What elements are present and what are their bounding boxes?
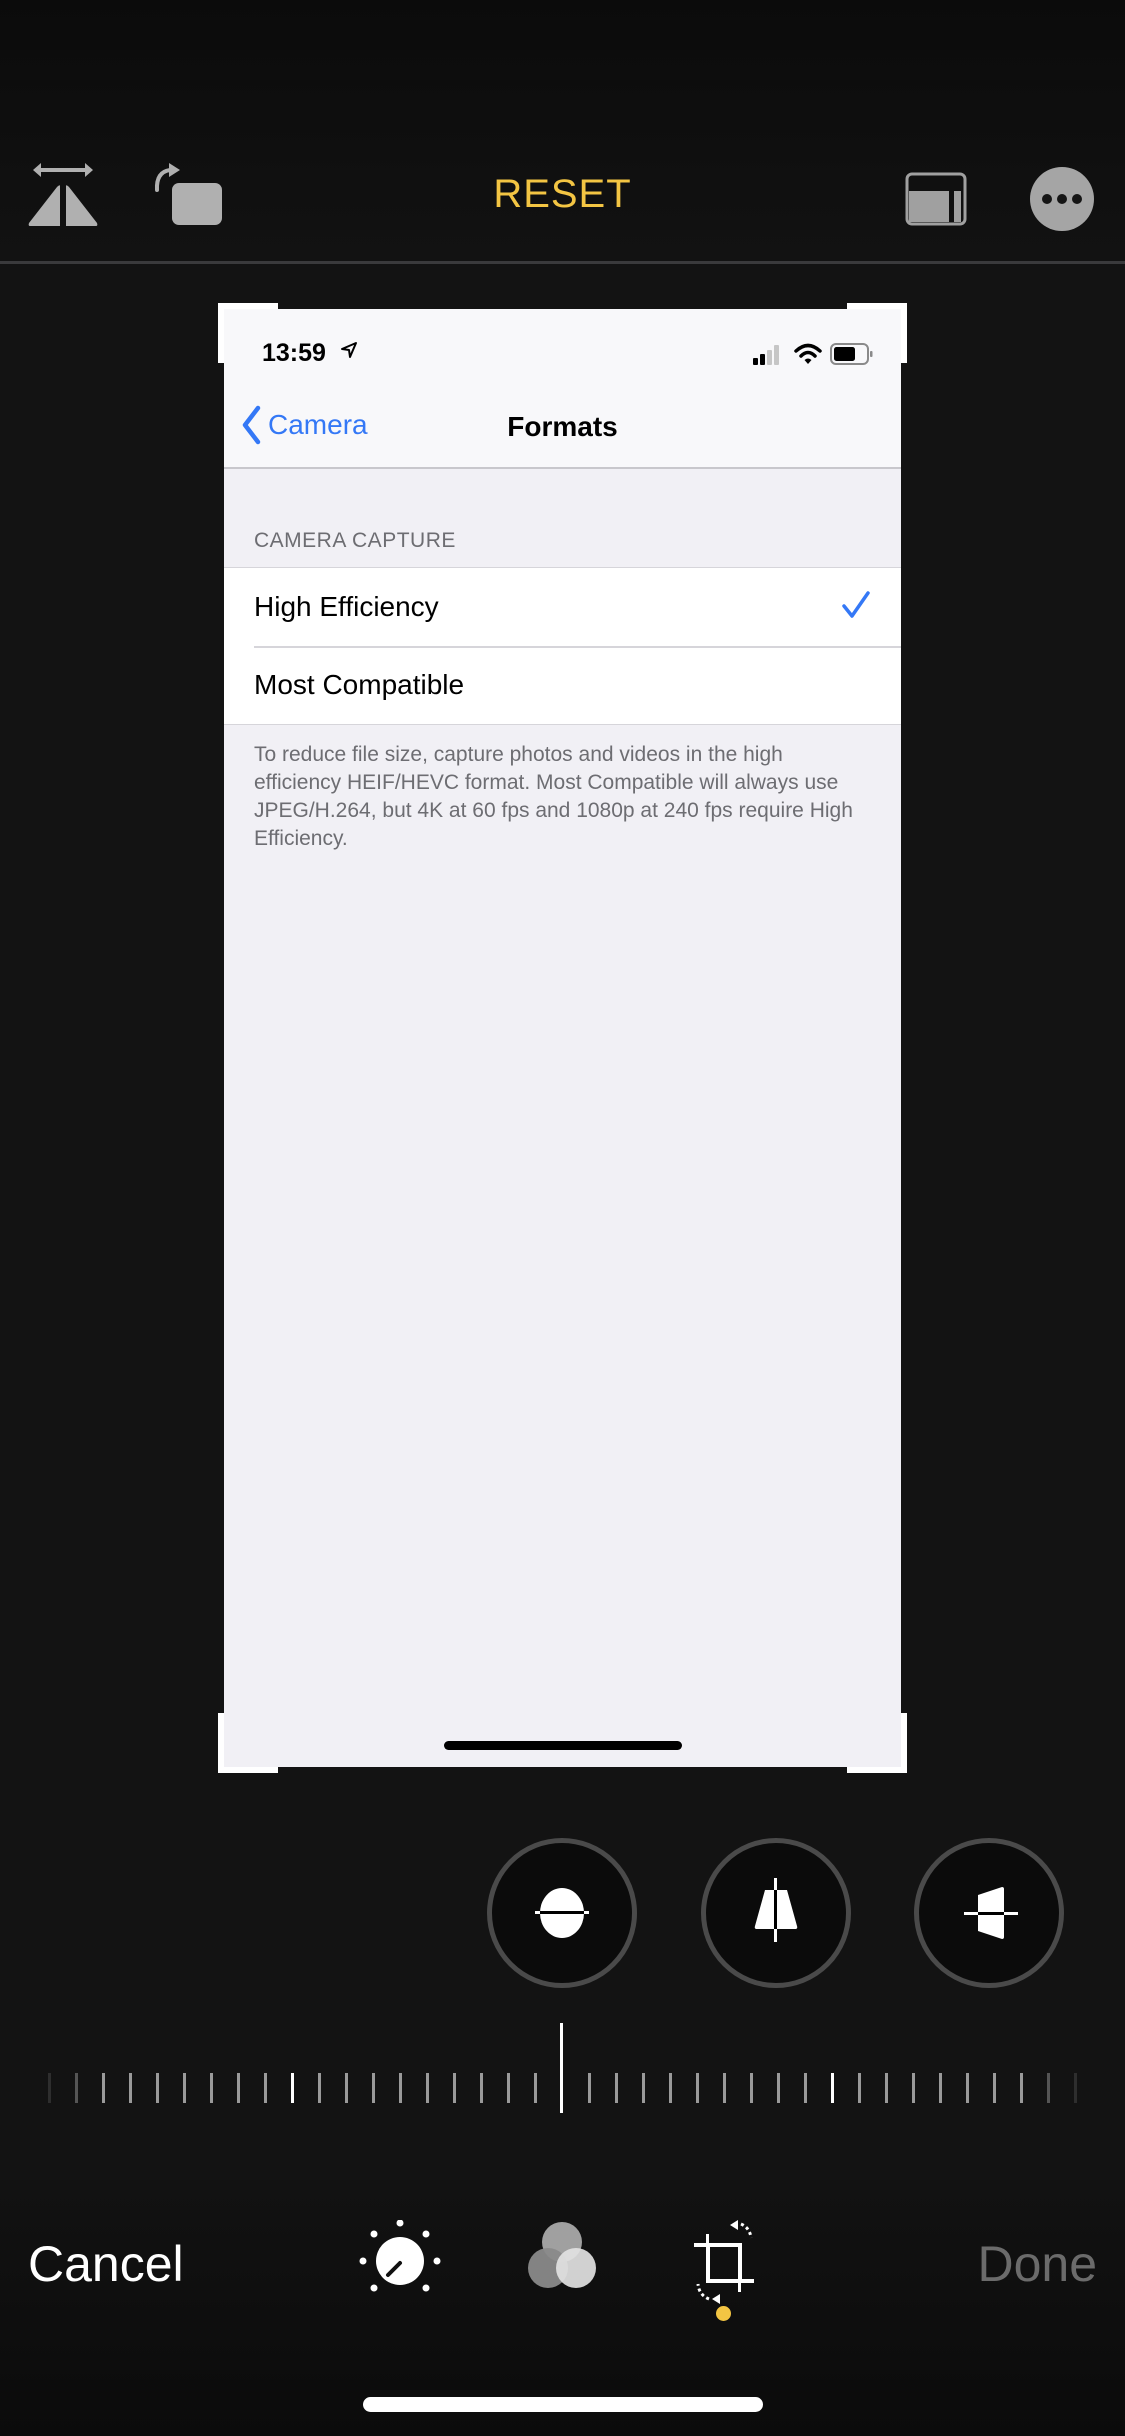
filters-icon — [528, 2222, 596, 2288]
straighten-icon — [535, 1888, 589, 1938]
dial-tick — [858, 2073, 861, 2103]
dial-tick — [264, 2073, 267, 2103]
dial-tick — [588, 2073, 591, 2103]
dial-tick — [453, 2073, 456, 2103]
dial-tick — [237, 2073, 240, 2103]
straighten-dial[interactable] — [0, 2010, 1125, 2113]
dial-tick — [291, 2073, 294, 2103]
home-indicator — [363, 2397, 763, 2412]
dial-tick — [480, 2073, 483, 2103]
reset-button[interactable]: RESET — [493, 172, 631, 216]
dial-tick — [885, 2073, 888, 2103]
dial-tick — [210, 2073, 213, 2103]
dial-tick — [1074, 2073, 1077, 2103]
dial-tick — [318, 2073, 321, 2103]
straighten-button[interactable] — [487, 1838, 637, 1988]
vertical-perspective-button[interactable] — [701, 1838, 851, 1988]
dial-tick — [723, 2073, 726, 2103]
dial-tick — [75, 2073, 78, 2103]
dial-tick — [615, 2073, 618, 2103]
cancel-button[interactable]: Cancel — [28, 2235, 184, 2293]
dial-tick — [1020, 2073, 1023, 2103]
toolbar-divider — [0, 261, 1125, 264]
done-button[interactable]: Done — [977, 2235, 1097, 2293]
dial-tick — [939, 2073, 942, 2103]
crop-handle-top-left[interactable] — [218, 303, 278, 363]
crop-tool-button[interactable] — [686, 2220, 766, 2315]
dial-tick — [669, 2073, 672, 2103]
more-icon[interactable] — [1029, 166, 1095, 237]
dial-tick — [156, 2073, 159, 2103]
vertical-perspective-icon — [754, 1878, 798, 1942]
crop-handle-top-right[interactable] — [847, 303, 907, 363]
dial-tick — [993, 2073, 996, 2103]
dial-tick — [1047, 2073, 1050, 2103]
dial-tick — [345, 2073, 348, 2103]
horizontal-perspective-icon — [964, 1887, 1018, 1939]
dial-tick — [804, 2073, 807, 2103]
dial-tick — [912, 2073, 915, 2103]
crop-handle-bottom-left[interactable] — [218, 1713, 278, 1773]
crop-handle-bottom-right[interactable] — [847, 1713, 907, 1773]
adjust-tool-button[interactable] — [355, 2219, 445, 2305]
dial-tick — [534, 2073, 537, 2103]
dial-tick — [399, 2073, 402, 2103]
filters-tool-button[interactable] — [522, 2220, 602, 2305]
dial-tick — [48, 2073, 51, 2103]
top-toolbar: RESET — [0, 0, 1125, 264]
dial-tick — [696, 2073, 699, 2103]
dial-tick — [102, 2073, 105, 2103]
dial-tick — [129, 2073, 132, 2103]
adjust-dial-icon — [359, 2219, 441, 2292]
dial-tick — [507, 2073, 510, 2103]
crop-frame[interactable] — [218, 303, 907, 1773]
horizontal-perspective-button[interactable] — [914, 1838, 1064, 1988]
dial-tick — [750, 2073, 753, 2103]
dial-tick — [777, 2073, 780, 2103]
dial-tick — [966, 2073, 969, 2103]
aspect-ratio-icon[interactable] — [905, 172, 967, 231]
active-tool-indicator — [716, 2306, 731, 2321]
dial-tick — [426, 2073, 429, 2103]
dial-tick — [642, 2073, 645, 2103]
dial-tick — [831, 2073, 834, 2103]
dial-tick — [372, 2073, 375, 2103]
crop-rotate-icon — [694, 2220, 754, 2304]
dial-tick — [183, 2073, 186, 2103]
dial-pointer — [560, 2023, 563, 2113]
